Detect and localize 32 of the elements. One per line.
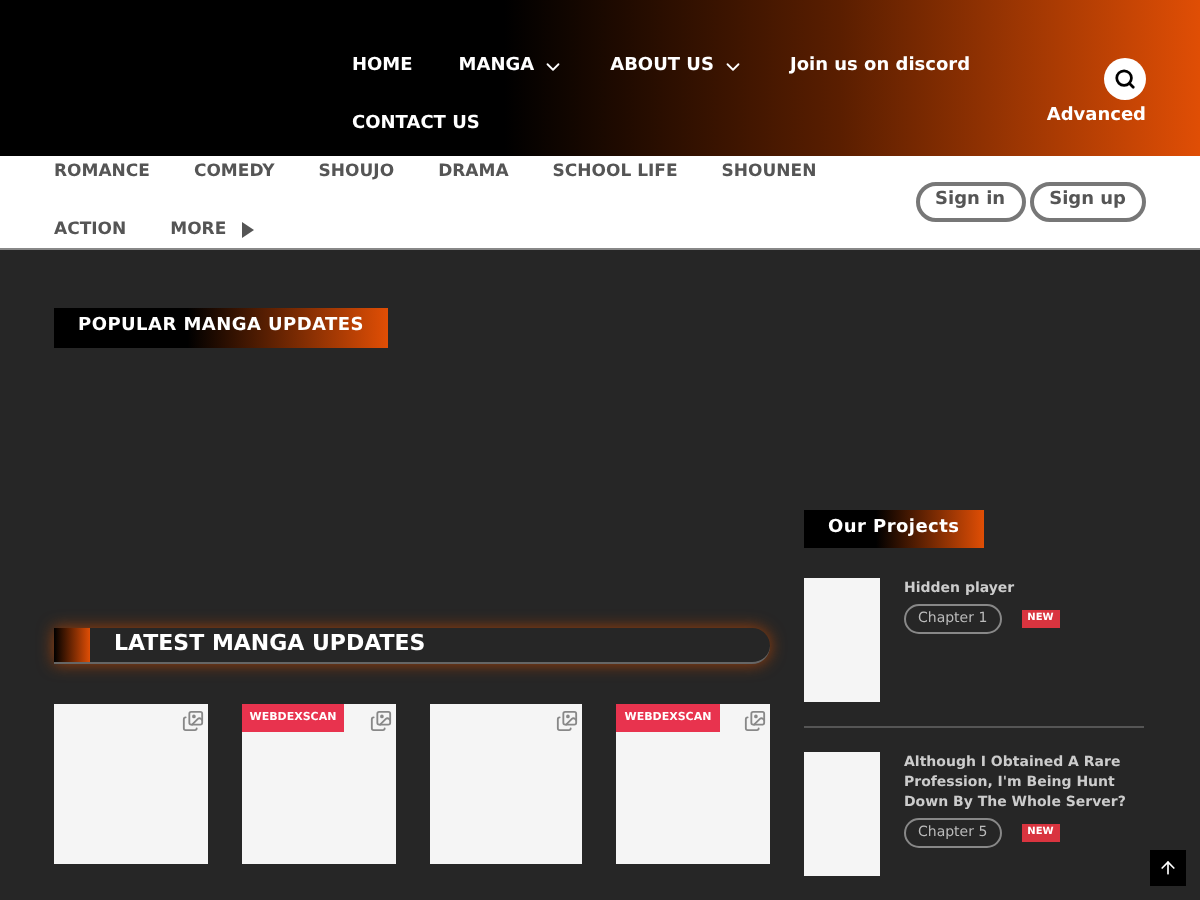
caret-right-icon [242, 222, 255, 239]
images-icon [744, 710, 766, 732]
scroll-top-button[interactable] [1150, 850, 1186, 886]
auth-button[interactable]: Sign up [1029, 182, 1146, 223]
manga-cover[interactable] [429, 704, 583, 864]
genre-link[interactable]: SHOUJO [318, 160, 395, 187]
genre-link[interactable]: SCHOOL LIFE [552, 160, 678, 187]
nav-link[interactable]: Join us on discord [789, 54, 971, 81]
genre-link[interactable]: MORE [170, 218, 255, 244]
nav-link[interactable]: ABOUT US [610, 54, 744, 81]
arrow-up-icon [1158, 858, 1178, 878]
section-heading: LATEST MANGA UPDATES [54, 628, 770, 664]
manga-cover[interactable] [54, 704, 208, 864]
manga-cover[interactable] [804, 752, 880, 876]
nav-link[interactable]: CONTACT US [352, 111, 480, 138]
genre-link[interactable]: SHOUNEN [721, 160, 817, 187]
auth-button[interactable]: Sign in [915, 182, 1026, 223]
section-heading: POPULAR MANGA UPDATES [54, 308, 388, 348]
genre-link[interactable]: DRAMA [438, 160, 509, 187]
images-icon [556, 710, 579, 732]
genre-link[interactable]: COMEDY [193, 160, 275, 187]
search-button[interactable] [1104, 58, 1146, 100]
section-heading: Our Projects [804, 510, 984, 548]
images-icon [369, 710, 391, 732]
nav-link[interactable]: HOME [352, 54, 413, 81]
search-icon [1114, 68, 1136, 90]
genre-link[interactable]: ROMANCE [54, 160, 150, 187]
manga-cover[interactable] [804, 578, 880, 702]
nav-link[interactable]: MANGA [458, 54, 565, 81]
genre-link[interactable]: ACTION [54, 218, 127, 244]
images-icon [181, 710, 204, 732]
advanced-search-link[interactable]: Advanced [1046, 104, 1146, 131]
